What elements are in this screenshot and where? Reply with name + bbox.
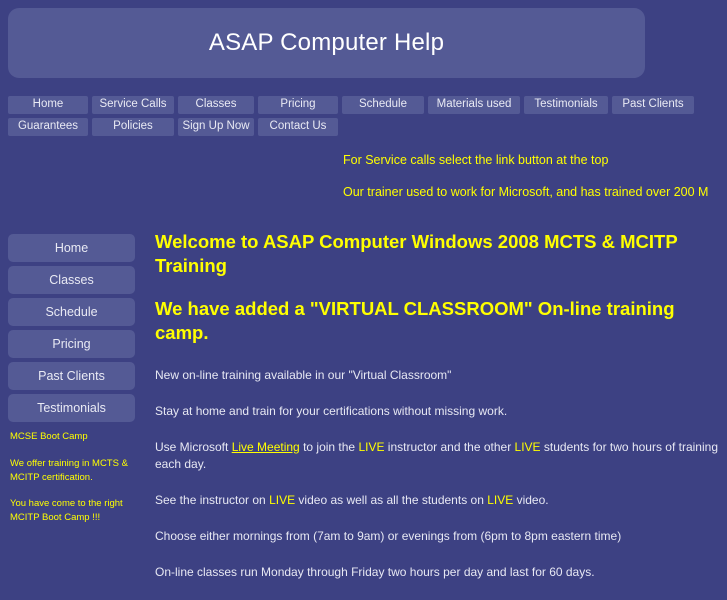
top-nav-row-2: Guarantees Policies Sign Up Now Contact … (8, 118, 708, 136)
text-use-microsoft: Use Microsoft (155, 439, 232, 454)
nav-policies[interactable]: Policies (92, 118, 174, 136)
text-video-end: video. (513, 492, 549, 507)
page-root: ASAP Computer Help Home Service Calls Cl… (0, 0, 727, 579)
notice-trainer: Our trainer used to work for Microsoft, … (343, 185, 709, 200)
sidebar-item-classes[interactable]: Classes (8, 266, 135, 294)
nav-service-calls[interactable]: Service Calls (92, 96, 174, 114)
top-navigation: Home Service Calls Classes Pricing Sched… (8, 96, 708, 140)
sidebar-item-pricing[interactable]: Pricing (8, 330, 135, 358)
text-to-join-the: to join the (299, 439, 359, 454)
paragraph-live-meeting: Use Microsoft Live Meeting to join the L… (155, 439, 727, 473)
live-highlight-3: LIVE (269, 492, 296, 507)
sidebar-notes: MCSE Boot Camp We offer training in MCTS… (8, 430, 135, 525)
nav-past-clients[interactable]: Past Clients (612, 96, 694, 114)
nav-sign-up-now[interactable]: Sign Up Now (178, 118, 254, 136)
live-highlight-2: LIVE (514, 439, 541, 454)
paragraph-schedule-options: Choose either mornings from (7am to 9am)… (155, 528, 622, 543)
sidebar-note-bootcamp: MCSE Boot Camp (10, 431, 88, 442)
nav-contact-us[interactable]: Contact Us (258, 118, 338, 136)
top-nav-row-1: Home Service Calls Classes Pricing Sched… (8, 96, 708, 114)
paragraph-live-video: See the instructor on LIVE video as well… (155, 492, 727, 509)
nav-schedule[interactable]: Schedule (342, 96, 424, 114)
paragraph-new-online-training: New on-line training available in our "V… (155, 367, 452, 382)
notice-service-calls: For Service calls select the link button… (343, 153, 609, 167)
text-see-instructor: See the instructor on (155, 492, 270, 507)
nav-guarantees[interactable]: Guarantees (8, 118, 88, 136)
site-banner: ASAP Computer Help (8, 8, 645, 78)
left-sidebar: Home Classes Schedule Pricing Past Clien… (8, 234, 135, 538)
text-video-as-well: video as well as all the students on (295, 492, 488, 507)
live-meeting-link[interactable]: Live Meeting (232, 440, 300, 454)
live-highlight-4: LIVE (487, 492, 514, 507)
nav-pricing[interactable]: Pricing (258, 96, 338, 114)
nav-home[interactable]: Home (8, 96, 88, 114)
sidebar-note-right-place: You have come to the right MCITP Boot Ca… (10, 498, 123, 524)
paragraph-class-duration: On-line classes run Monday through Frida… (155, 564, 595, 579)
text-instructor-and-other: instructor and the other (384, 439, 515, 454)
nav-classes[interactable]: Classes (178, 96, 254, 114)
sidebar-item-past-clients[interactable]: Past Clients (8, 362, 135, 390)
sidebar-item-home[interactable]: Home (8, 234, 135, 262)
live-highlight-1: LIVE (358, 439, 385, 454)
main-content: Welcome to ASAP Computer Windows 2008 MC… (155, 230, 727, 600)
notice-block: For Service calls select the link button… (343, 153, 727, 218)
main-heading-virtual-classroom: We have added a "VIRTUAL CLASSROOM" On-l… (155, 298, 675, 344)
paragraph-stay-at-home: Stay at home and train for your certific… (155, 403, 508, 418)
nav-materials-used[interactable]: Materials used (428, 96, 520, 114)
nav-testimonials[interactable]: Testimonials (524, 96, 608, 114)
site-title: ASAP Computer Help (208, 29, 445, 56)
sidebar-note-certification: We offer training in MCTS & MCITP certif… (10, 457, 128, 483)
sidebar-item-testimonials[interactable]: Testimonials (8, 394, 135, 422)
main-heading-welcome: Welcome to ASAP Computer Windows 2008 MC… (155, 231, 678, 276)
sidebar-item-schedule[interactable]: Schedule (8, 298, 135, 326)
